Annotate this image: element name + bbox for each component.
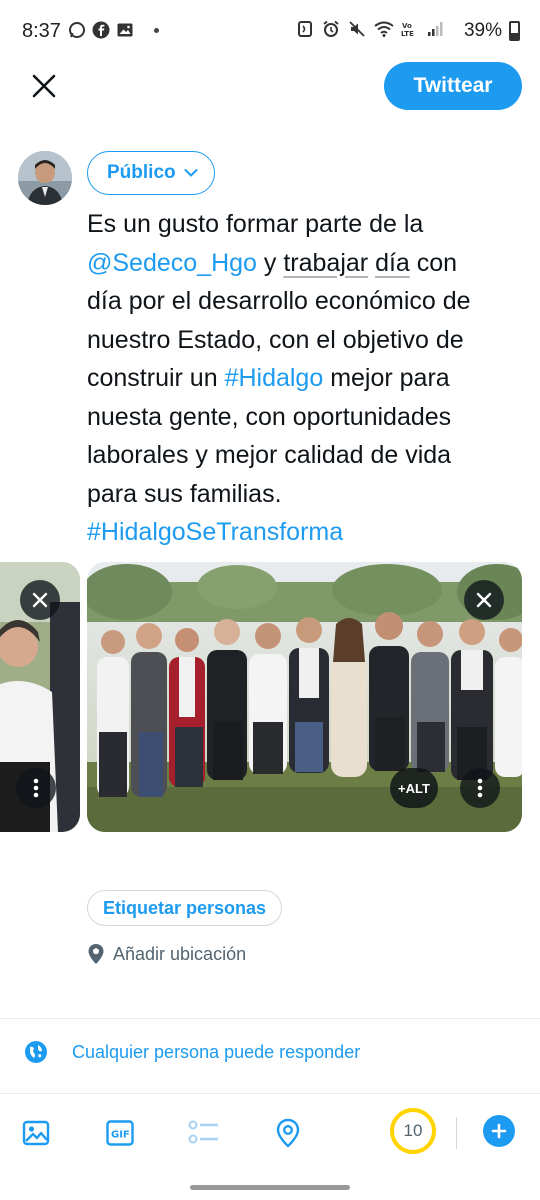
avatar[interactable]	[18, 151, 72, 205]
text-line: laborales y mejor calidad de vida	[87, 441, 452, 469]
tag-people-button[interactable]: Etiquetar personas	[87, 890, 283, 926]
spell-suggestion[interactable]: trabajar	[283, 249, 368, 277]
add-icon	[491, 1123, 507, 1139]
signal-icon	[426, 20, 444, 38]
photo-options-button[interactable]	[16, 768, 56, 808]
whatsapp-icon	[68, 21, 86, 39]
nfc-icon	[296, 20, 314, 38]
close-icon	[32, 592, 48, 608]
text-line: construir un #Hidalgo mejor para	[87, 364, 450, 392]
svg-text:LTE: LTE	[401, 30, 414, 38]
spell-suggestion[interactable]: día	[375, 249, 410, 277]
add-location-toolbar-button[interactable]	[272, 1117, 304, 1149]
volte-icon: Vo LTE	[400, 20, 418, 38]
battery-icon	[509, 21, 520, 41]
remove-photo-button[interactable]	[20, 580, 60, 620]
battery-percent: 39%	[463, 20, 502, 41]
audience-selector[interactable]: Público	[87, 151, 215, 195]
chevron-down-icon	[184, 169, 198, 177]
text-line: Es un gusto formar parte de la	[87, 210, 424, 238]
toolbar-separator	[456, 1117, 457, 1149]
photo-image	[87, 562, 522, 832]
reply-setting-label: Cualquier persona puede responder	[72, 1041, 361, 1062]
close-icon	[476, 592, 492, 608]
hashtag-link[interactable]: #Hidalgo	[225, 364, 324, 392]
add-location-button[interactable]: Añadir ubicación	[87, 943, 246, 965]
text-line: nuestro Estado, con el objetivo de	[87, 325, 464, 354]
composer-toolbar: GIF 10	[0, 1095, 540, 1175]
facebook-icon	[92, 21, 110, 39]
poll-icon	[188, 1120, 218, 1144]
notification-icons	[68, 21, 159, 39]
attached-photo[interactable]: +ALT	[87, 562, 522, 832]
add-image-button[interactable]	[20, 1117, 52, 1149]
globe-icon	[25, 1041, 47, 1063]
svg-text:Vo: Vo	[402, 22, 412, 30]
status-bar: 8:37 Vo LTE 39%	[0, 0, 540, 62]
alarm-icon	[322, 20, 340, 38]
attached-photo-previous[interactable]	[0, 562, 80, 832]
tweet-text-input[interactable]: Es un gusto formar parte de la @Sedeco_H…	[87, 205, 527, 552]
add-thread-button[interactable]	[483, 1115, 515, 1147]
add-alt-text-button[interactable]: +ALT	[390, 768, 438, 808]
text-line: para sus familias.	[87, 479, 282, 508]
more-vertical-icon	[33, 778, 39, 798]
close-icon	[32, 74, 56, 98]
gallery-icon	[116, 21, 134, 39]
system-icons: Vo LTE	[296, 20, 444, 38]
add-gif-button[interactable]: GIF	[104, 1117, 136, 1149]
home-indicator[interactable]	[190, 1185, 350, 1190]
status-time: 8:37	[22, 20, 61, 42]
character-counter: 10	[390, 1108, 436, 1154]
reply-setting-button[interactable]: Cualquier persona puede responder	[24, 1040, 360, 1064]
location-icon	[276, 1118, 300, 1148]
wifi-icon	[374, 20, 394, 38]
svg-text:GIF: GIF	[111, 1130, 130, 1141]
text-line: @Sedeco_Hgo y trabajar día con	[87, 248, 458, 277]
mention-link[interactable]: @Sedeco_Hgo	[87, 249, 257, 277]
more-dot-icon	[154, 27, 159, 33]
close-button[interactable]	[24, 66, 64, 106]
text-line: nuesta gente, con oportunidades	[87, 402, 452, 431]
add-poll-button[interactable]	[188, 1117, 220, 1149]
tweet-button[interactable]: Twittear	[384, 62, 522, 110]
add-location-label: Añadir ubicación	[113, 943, 247, 964]
divider	[0, 1093, 540, 1094]
gif-icon: GIF	[106, 1120, 134, 1146]
more-vertical-icon	[477, 778, 483, 798]
divider	[0, 1018, 540, 1019]
mute-icon	[348, 20, 366, 38]
audience-label: Público	[107, 162, 176, 183]
image-icon	[22, 1120, 50, 1146]
remove-photo-button[interactable]	[464, 580, 504, 620]
location-pin-icon	[88, 944, 104, 964]
photo-options-button[interactable]	[460, 768, 500, 808]
text-line: #HidalgoSeTransforma	[87, 513, 527, 552]
hashtag-link[interactable]: #HidalgoSeTransforma	[87, 518, 343, 546]
text-line: día por el desarrollo económico de	[87, 287, 471, 315]
